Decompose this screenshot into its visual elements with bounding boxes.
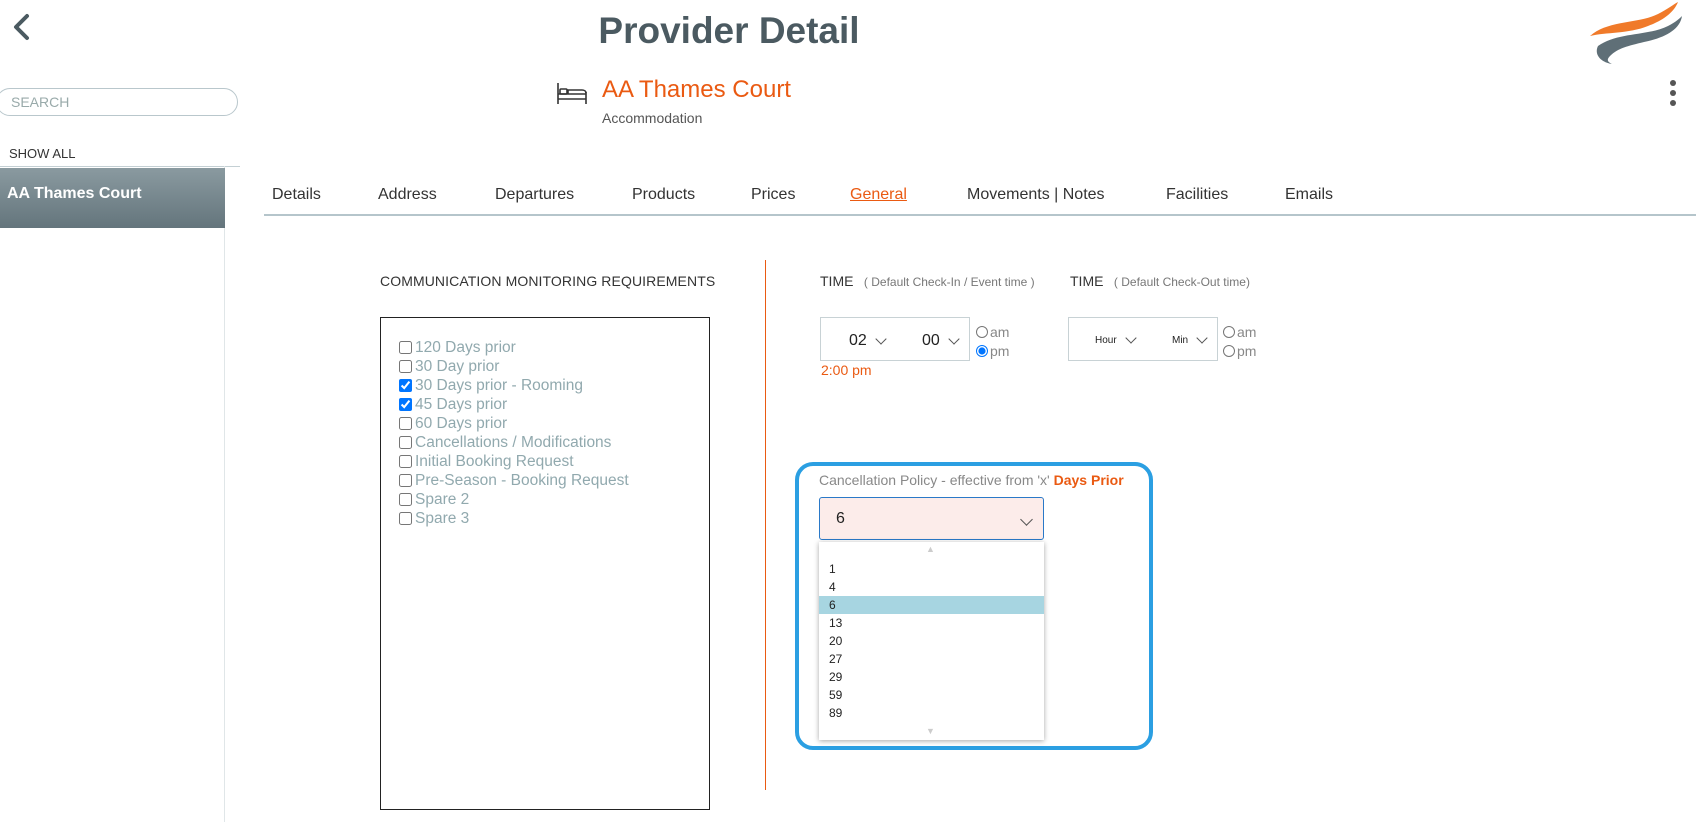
comm-item-60-days[interactable]: 60 Days prior	[399, 414, 507, 433]
logo-swoosh-icon	[1590, 2, 1682, 64]
checkin-hour-select[interactable]: 02	[849, 332, 887, 350]
tab-details[interactable]: Details	[272, 186, 321, 204]
kebab-menu-icon[interactable]	[1664, 78, 1682, 110]
tab-emails[interactable]: Emails	[1285, 186, 1333, 204]
checkin-time-readout: 2:00 pm	[821, 362, 872, 378]
page-title: Provider Detail	[598, 10, 860, 51]
tab-facilities[interactable]: Facilities	[1166, 186, 1228, 204]
dropdown-option[interactable]: 4	[819, 578, 1044, 596]
tab-departures[interactable]: Departures	[495, 186, 574, 204]
dropdown-option[interactable]: 1	[819, 560, 1044, 578]
dropdown-option[interactable]: 29	[819, 668, 1044, 686]
cancellation-label-emphasis: Days Prior	[1053, 472, 1124, 488]
comm-item-initial-booking[interactable]: Initial Booking Request	[399, 452, 574, 471]
comm-checkbox[interactable]	[399, 455, 412, 468]
cancellation-label: Cancellation Policy - effective from 'x'…	[819, 472, 1124, 488]
checkin-time-label: TIME	[820, 273, 854, 289]
comm-checkbox[interactable]	[399, 474, 412, 487]
comm-item-45-days[interactable]: 45 Days prior	[399, 395, 507, 414]
communication-list: 120 Days prior 30 Day prior 30 Days prio…	[380, 317, 710, 810]
checkout-am-radio[interactable]	[1223, 326, 1235, 338]
comm-checkbox[interactable]	[399, 493, 412, 506]
checkin-am-option[interactable]: am	[976, 324, 1009, 340]
tab-prices[interactable]: Prices	[751, 186, 795, 204]
comm-checkbox[interactable]	[399, 417, 412, 430]
comm-checkbox[interactable]	[399, 398, 412, 411]
cancellation-dropdown-list: ▲ 1 4 6 13 20 27 29 59 89 ▼	[819, 542, 1044, 740]
scroll-up-arrow-icon[interactable]: ▲	[926, 544, 935, 554]
dropdown-option-selected[interactable]: 6	[819, 596, 1044, 614]
dropdown-option[interactable]: 13	[819, 614, 1044, 632]
dropdown-option[interactable]: 59	[819, 686, 1044, 704]
bed-icon	[557, 83, 587, 104]
checkout-time-sublabel: ( Default Check-Out time)	[1113, 275, 1250, 289]
dropdown-option[interactable]: 89	[819, 704, 1044, 722]
sidebar-item-label: AA Thames Court	[7, 185, 142, 202]
chevron-down-icon	[1196, 332, 1208, 344]
comm-item-30-days-rooming[interactable]: 30 Days prior - Rooming	[399, 376, 583, 395]
checkin-minute-select[interactable]: 00	[922, 332, 960, 350]
scroll-down-arrow-icon[interactable]: ▼	[926, 726, 935, 736]
cancellation-selected-value: 6	[836, 510, 845, 527]
checkin-time-picker: 02 00	[820, 317, 970, 361]
checkout-time-picker: Hour Min	[1068, 317, 1218, 361]
comm-checkbox[interactable]	[399, 360, 412, 373]
comm-item-spare-3[interactable]: Spare 3	[399, 509, 469, 528]
checkout-time-label: TIME	[1070, 273, 1104, 289]
checkin-am-radio[interactable]	[976, 326, 988, 338]
dropdown-option[interactable]: 20	[819, 632, 1044, 650]
checkin-pm-radio[interactable]	[976, 345, 988, 357]
comm-checkbox[interactable]	[399, 512, 412, 525]
provider-name: AA Thames Court	[602, 76, 791, 103]
checkout-pm-option[interactable]: pm	[1223, 343, 1256, 359]
comm-item-30-day[interactable]: 30 Day prior	[399, 357, 499, 376]
show-all-link[interactable]: SHOW ALL	[9, 146, 75, 161]
checkout-hour-select[interactable]: Hour	[1095, 332, 1137, 346]
cancellation-days-select[interactable]: 6	[819, 497, 1044, 540]
checkout-minute-select[interactable]: Min	[1172, 332, 1208, 346]
tab-movements-notes[interactable]: Movements | Notes	[967, 186, 1105, 204]
checkin-pm-option[interactable]: pm	[976, 343, 1009, 359]
checkin-time-heading: TIME ( Default Check-In / Event time )	[820, 273, 1035, 291]
chevron-down-icon	[1020, 513, 1033, 526]
comm-item-pre-season[interactable]: Pre-Season - Booking Request	[399, 471, 629, 490]
section-divider	[765, 260, 766, 790]
chevron-down-icon	[948, 332, 960, 345]
communication-title: COMMUNICATION MONITORING REQUIREMENTS	[380, 273, 716, 289]
search-input[interactable]	[0, 88, 238, 116]
comm-checkbox[interactable]	[399, 379, 412, 392]
chevron-down-icon	[1125, 332, 1137, 344]
tab-bar: Details Address Departures Products Pric…	[264, 176, 1696, 216]
comm-checkbox[interactable]	[399, 436, 412, 449]
comm-item-cancellations[interactable]: Cancellations / Modifications	[399, 433, 611, 452]
tab-general[interactable]: General	[850, 186, 907, 204]
sidebar-divider	[0, 166, 240, 167]
checkout-am-option[interactable]: am	[1223, 324, 1256, 340]
comm-item-120-days[interactable]: 120 Days prior	[399, 338, 516, 357]
comm-item-spare-2[interactable]: Spare 2	[399, 490, 469, 509]
comm-checkbox[interactable]	[399, 341, 412, 354]
checkin-time-sublabel: ( Default Check-In / Event time )	[863, 275, 1035, 289]
tab-address[interactable]: Address	[378, 186, 437, 204]
sidebar-item-aa-thames-court[interactable]: AA Thames Court	[0, 168, 225, 228]
sidebar-border	[224, 166, 225, 822]
provider-type: Accommodation	[602, 110, 703, 126]
checkout-time-heading: TIME ( Default Check-Out time)	[1070, 273, 1250, 291]
chevron-down-icon	[875, 332, 887, 345]
dropdown-option[interactable]: 27	[819, 650, 1044, 668]
checkout-pm-radio[interactable]	[1223, 345, 1235, 357]
tab-products[interactable]: Products	[632, 186, 695, 204]
